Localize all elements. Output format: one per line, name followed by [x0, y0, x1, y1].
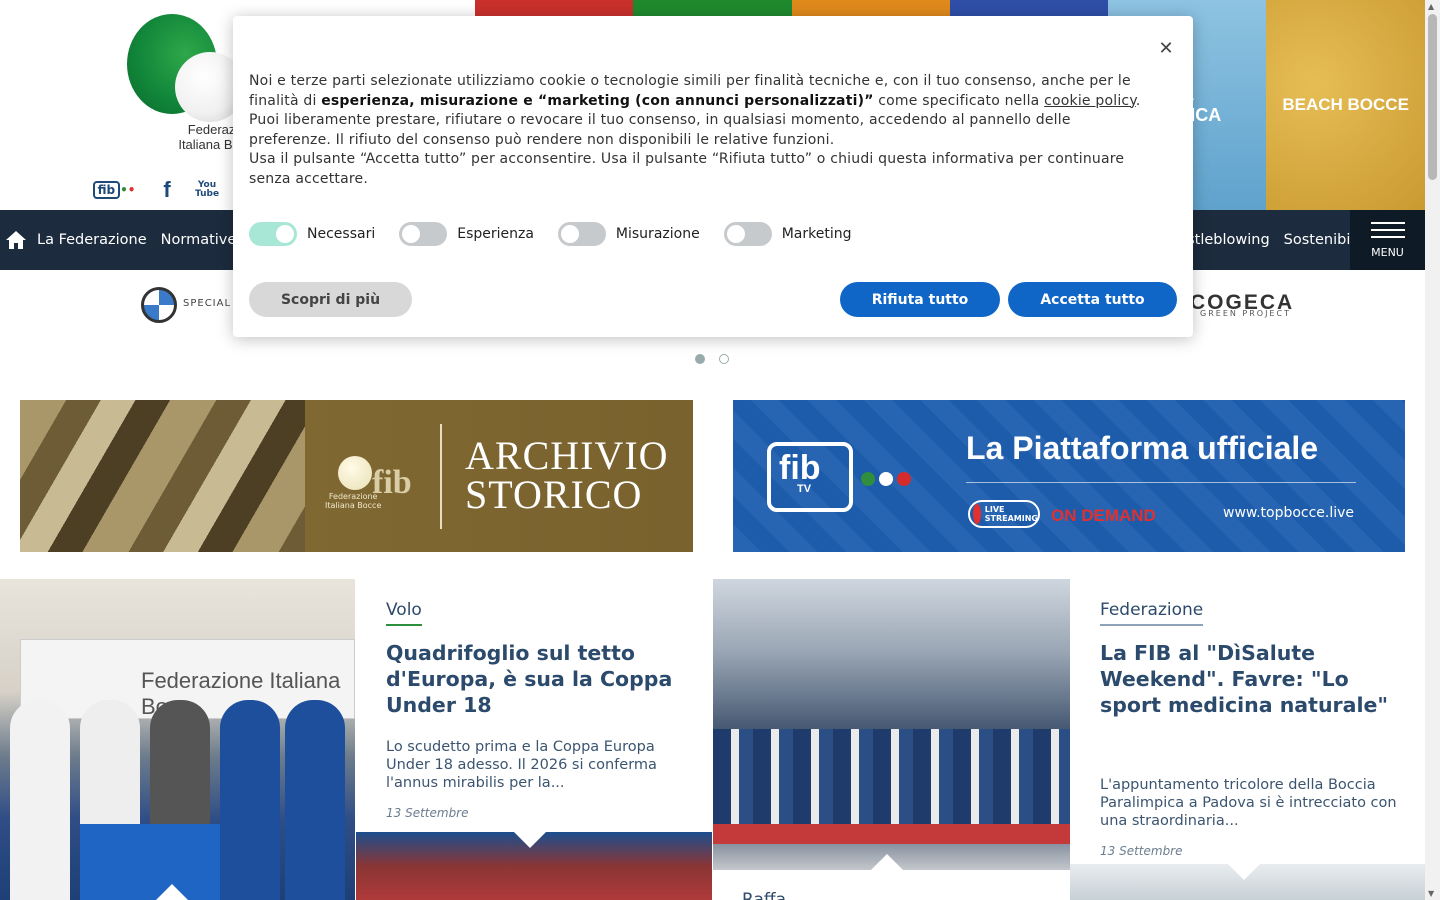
news-category[interactable]: Federazione [1100, 600, 1204, 626]
carousel-dot-2[interactable] [719, 354, 729, 364]
tv-divider [966, 482, 1356, 483]
toggle-switch[interactable] [557, 222, 606, 246]
news-title[interactable]: Quadrifoglio sul tetto d'Europa, è sua l… [386, 640, 686, 718]
toggle-label: Marketing [781, 226, 852, 242]
cogeca-subtitle: GREEN PROJECT [1200, 309, 1291, 318]
tile-label: CIA MPICA [1163, 84, 1222, 125]
news-photo-1[interactable]: Federazione Italiana Bocc [0, 579, 355, 900]
news-category[interactable]: Raffa [742, 890, 786, 900]
social-links: fib • • f You Tube [90, 176, 219, 204]
news-card-2: Federazione La FIB al "DìSalute Weekend"… [1100, 600, 1400, 858]
nav-item-normative[interactable]: Normative [154, 232, 244, 248]
hamburger-icon-bar [1370, 228, 1405, 231]
fibtv-icon[interactable]: fib • • [90, 177, 138, 203]
news-title[interactable]: La FIB al "DìSalute Weekend". Favre: "Lo… [1100, 640, 1400, 718]
cookie-text-part: Usa il pulsante “Accetta tutto” per acco… [249, 151, 1125, 187]
cookie-text-part: Puoi liberamente prestare, rifiutare o r… [249, 112, 1071, 148]
home-icon[interactable] [2, 210, 30, 270]
toggle-switch[interactable] [249, 222, 297, 246]
scroll-up-icon[interactable]: ▲ [1428, 2, 1434, 11]
archive-divider [440, 424, 442, 529]
scroll-down-icon[interactable]: ▼ [1428, 889, 1434, 898]
hamburger-icon-bar [1370, 235, 1405, 238]
reject-all-button[interactable]: Rifiuta tutto [840, 282, 1000, 317]
tv-headline: La Piattaforma ufficiale [966, 430, 1319, 466]
fibtv-logo-fib: fib [779, 449, 821, 487]
news-excerpt: Lo scudetto prima e la Coppa Europa Unde… [386, 739, 657, 791]
toggle-label: Esperienza [457, 226, 534, 242]
toggle-switch[interactable] [399, 222, 448, 246]
fibtv-banner[interactable]: fib TV La Piattaforma ufficiale LIVE STRE… [733, 400, 1405, 552]
nav-item-federazione[interactable]: La Federazione [30, 232, 154, 248]
hamburger-icon [1370, 221, 1405, 224]
fibtv-logo: fib TV [767, 442, 853, 512]
news-photo-2[interactable] [713, 579, 1070, 870]
news-date: 13 Settembre [386, 806, 469, 820]
fibtv-logo-tv: TV [797, 483, 812, 495]
toggle-switch[interactable] [723, 222, 772, 246]
news-card-1: Volo Quadrifoglio sul tetto d'Europa, è … [386, 600, 686, 820]
menu-button[interactable]: MENU [1350, 210, 1425, 270]
tricolor-dots [861, 472, 911, 486]
page: Federazione Italiana Bocce fib•• f You T… [0, 0, 1440, 900]
tile-beach-bocce[interactable]: BEACH BOCCE [1266, 0, 1425, 210]
toggle-esperienza[interactable]: Esperienza [399, 222, 534, 246]
live-streaming-badge: LIVE STREAMING [968, 500, 1040, 528]
tv-url: www.topbocce.live [1223, 505, 1355, 521]
bmw-logo[interactable] [141, 287, 177, 323]
menu-label: MENU [1371, 245, 1404, 259]
news-category[interactable]: Volo [386, 600, 422, 626]
learn-more-button[interactable]: Scopri di più [249, 282, 412, 317]
cookie-text-bold: esperienza, misurazione e “marketing (co… [321, 92, 874, 109]
toggle-misurazione[interactable]: Misurazione [557, 222, 700, 246]
play-icon [973, 504, 981, 524]
facebook-icon[interactable]: f [158, 177, 176, 203]
carousel-dot-1[interactable] [695, 354, 705, 364]
archive-title: ARCHIVIO STORICO [465, 433, 669, 517]
archivio-storico-banner[interactable]: fib Federazione Italiana Bocce ARCHIVIO … [20, 400, 693, 552]
toggle-label: Misurazione [615, 226, 700, 242]
news-date: 13 Settembre [1100, 844, 1183, 858]
tile-label: BEACH BOCCE [1282, 95, 1409, 114]
archive-logo-ball [338, 456, 372, 490]
toggle-necessari[interactable]: Necessari [249, 222, 375, 246]
fibtv-icon-label: fib [92, 181, 121, 199]
news-excerpt: L'appuntamento tricolore della Boccia Pa… [1100, 777, 1397, 829]
news-photo-3[interactable] [356, 832, 712, 900]
news-photo-4[interactable] [1070, 864, 1425, 900]
live-label: LIVE STREAMING [984, 505, 1038, 523]
sponsor-special-text: SPECIAL [183, 298, 232, 309]
toggle-label: Necessari [307, 226, 376, 242]
consent-toggles: Necessari Esperienza Misurazione Marketi… [249, 222, 851, 246]
archive-fed-text: Federazione Italiana Bocce [325, 492, 382, 510]
youtube-icon[interactable]: You Tube [195, 177, 219, 203]
toggle-marketing[interactable]: Marketing [723, 222, 852, 246]
cookie-consent-dialog: ✕ Noi e terze parti selezionate utilizzi… [233, 16, 1193, 337]
cookie-text-part: come specificato nella [873, 92, 1045, 109]
close-icon[interactable]: ✕ [1157, 40, 1175, 58]
cookie-policy-link[interactable]: cookie policy [1044, 93, 1136, 109]
scrollbar[interactable]: ▲ ▼ [1425, 0, 1440, 900]
accept-all-button[interactable]: Accetta tutto [1008, 282, 1177, 317]
scrollbar-thumb[interactable] [1428, 14, 1437, 180]
cookie-text: Noi e terze parti selezionate utilizziam… [249, 72, 1154, 189]
archive-photo-collage [20, 400, 305, 552]
on-demand-label: ON DEMAND [1051, 506, 1156, 525]
cookie-text-part: . [1135, 92, 1141, 109]
